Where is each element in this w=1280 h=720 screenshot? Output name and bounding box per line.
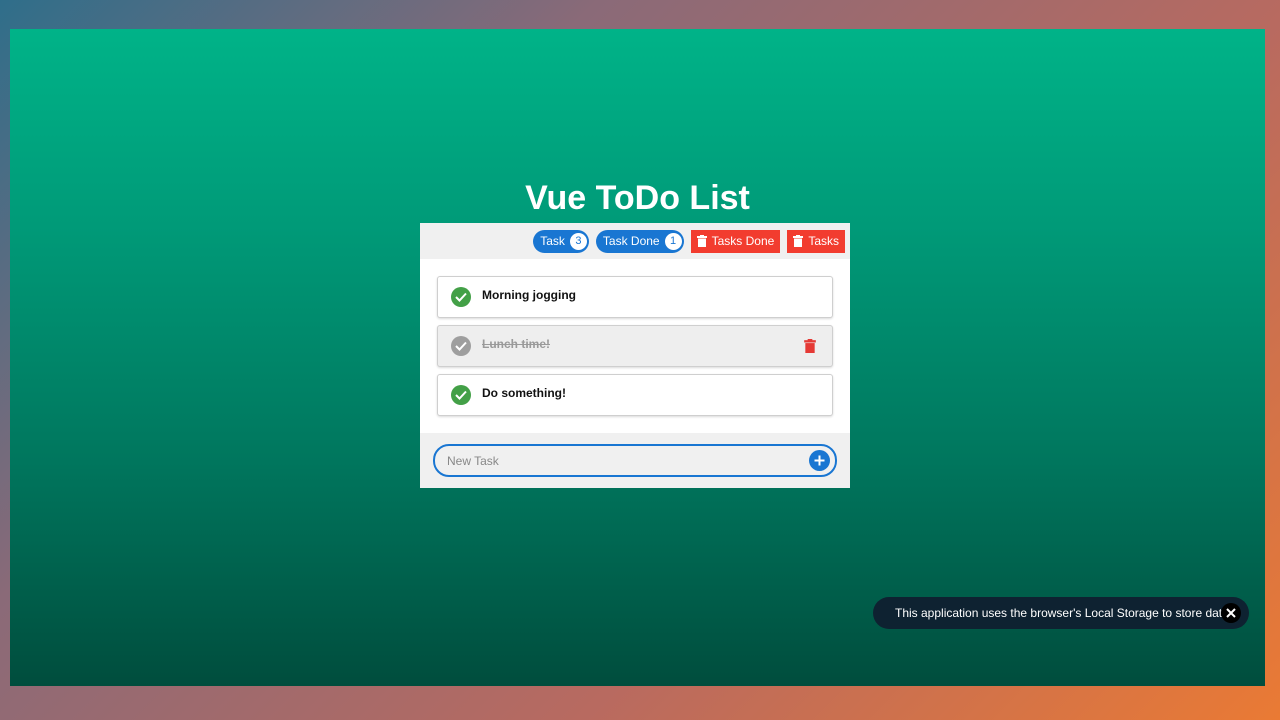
trash-icon bbox=[696, 235, 707, 247]
task-count-badge[interactable]: Task 3 bbox=[533, 229, 589, 253]
new-task-field bbox=[433, 444, 837, 477]
check-icon[interactable] bbox=[451, 385, 471, 405]
app-viewport: Vue ToDo List Task 3 Task Done 1 Tasks D… bbox=[10, 29, 1265, 686]
task-item[interactable]: Do something! bbox=[437, 374, 833, 416]
delete-all-tasks-button[interactable]: Tasks bbox=[787, 229, 845, 253]
todo-card: Task 3 Task Done 1 Tasks Done Tasks Morn… bbox=[420, 223, 850, 488]
check-icon[interactable] bbox=[451, 336, 471, 356]
desktop-background: Vue ToDo List Task 3 Task Done 1 Tasks D… bbox=[0, 0, 1280, 720]
delete-done-tasks-button[interactable]: Tasks Done bbox=[690, 229, 781, 253]
storage-notice-text: This application uses the browser's Loca… bbox=[895, 606, 1229, 620]
task-done-count-label: Task Done bbox=[602, 234, 660, 248]
close-icon[interactable] bbox=[1221, 603, 1241, 623]
page-title: Vue ToDo List bbox=[525, 179, 750, 217]
storage-notice-toast: This application uses the browser's Loca… bbox=[873, 597, 1249, 629]
task-done-count-value: 1 bbox=[664, 232, 682, 250]
new-task-bar bbox=[420, 433, 850, 488]
task-done-count-badge[interactable]: Task Done 1 bbox=[595, 229, 684, 253]
delete-done-tasks-label: Tasks Done bbox=[711, 234, 775, 248]
task-item-done[interactable]: Lunch time! bbox=[437, 325, 833, 367]
task-label: Lunch time! bbox=[482, 337, 550, 351]
task-item[interactable]: Morning jogging bbox=[437, 276, 833, 318]
task-label: Do something! bbox=[482, 386, 566, 400]
check-icon[interactable] bbox=[451, 287, 471, 307]
toolbar: Task 3 Task Done 1 Tasks Done Tasks bbox=[420, 223, 850, 259]
delete-all-tasks-label: Tasks bbox=[808, 234, 839, 248]
task-count-value: 3 bbox=[569, 232, 587, 250]
plus-icon[interactable] bbox=[809, 450, 830, 471]
task-list: Morning jogging Lunch time! Do something… bbox=[420, 259, 850, 416]
trash-icon[interactable] bbox=[804, 339, 816, 353]
task-label: Morning jogging bbox=[482, 288, 576, 302]
trash-icon bbox=[793, 235, 804, 247]
new-task-input[interactable] bbox=[445, 450, 799, 472]
task-count-label: Task bbox=[540, 234, 565, 248]
